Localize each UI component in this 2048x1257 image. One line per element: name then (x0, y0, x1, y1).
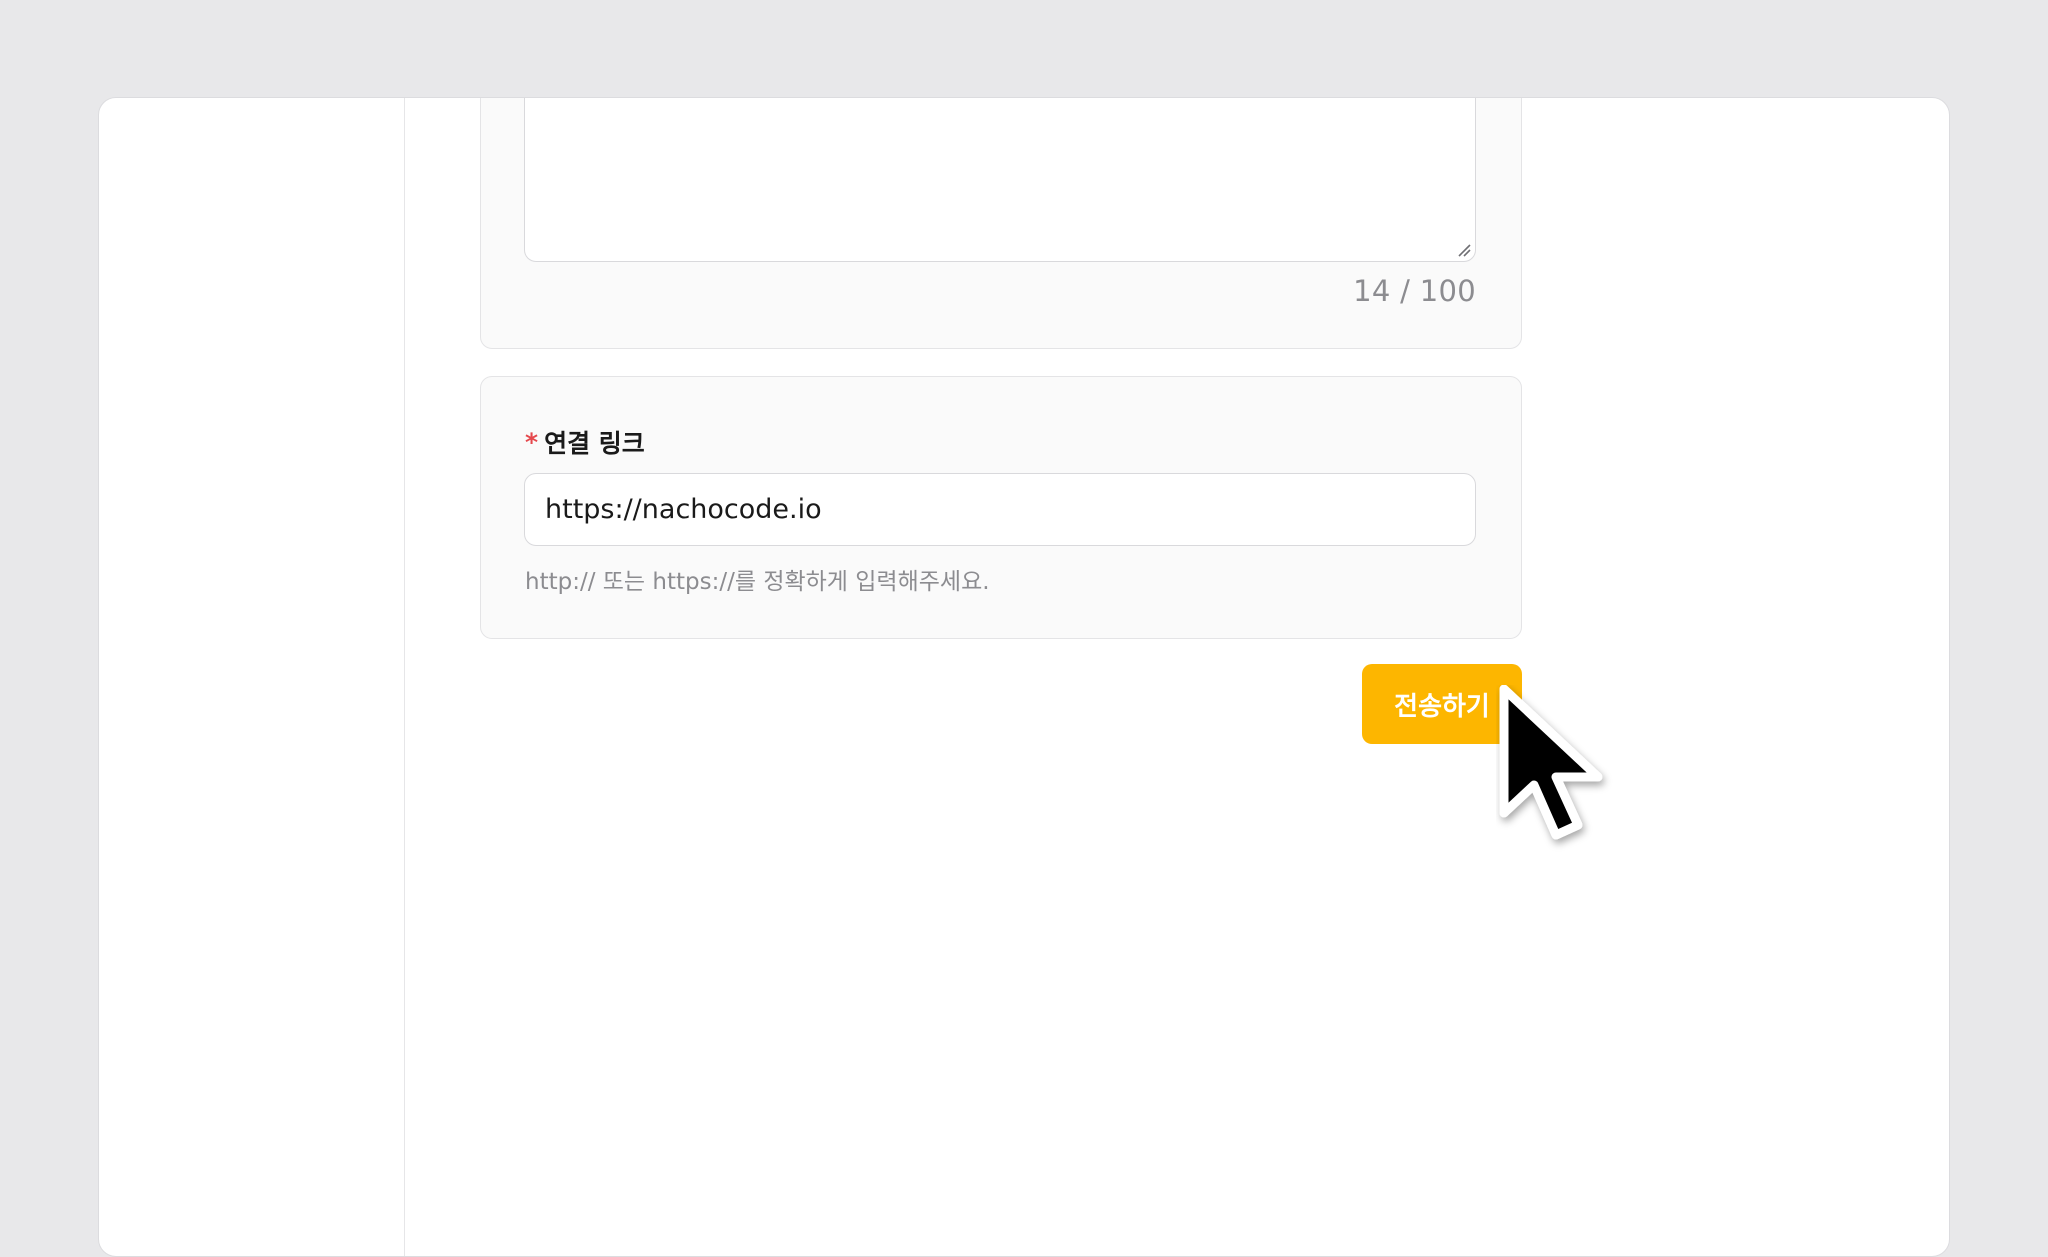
description-textarea[interactable] (524, 98, 1476, 262)
required-mark: * (525, 427, 539, 457)
sidebar-divider (404, 98, 405, 1256)
link-helper-text: http:// 또는 https://를 정확하게 입력해주세요. (525, 569, 990, 595)
link-label-text: 연결 링크 (544, 429, 645, 458)
description-card: 14 / 100 (480, 98, 1522, 349)
app-window: 14 / 100 * 연결 링크 http:// 또는 https://를 정확… (98, 97, 1950, 1257)
link-url-input[interactable] (524, 473, 1476, 546)
submit-button[interactable]: 전송하기 (1362, 664, 1522, 744)
resize-grip-icon[interactable] (1457, 243, 1471, 257)
link-card: * 연결 링크 http:// 또는 https://를 정확하게 입력해주세요… (480, 376, 1522, 639)
char-count: 14 / 100 (1353, 274, 1476, 308)
link-field-label: * 연결 링크 (525, 424, 645, 460)
